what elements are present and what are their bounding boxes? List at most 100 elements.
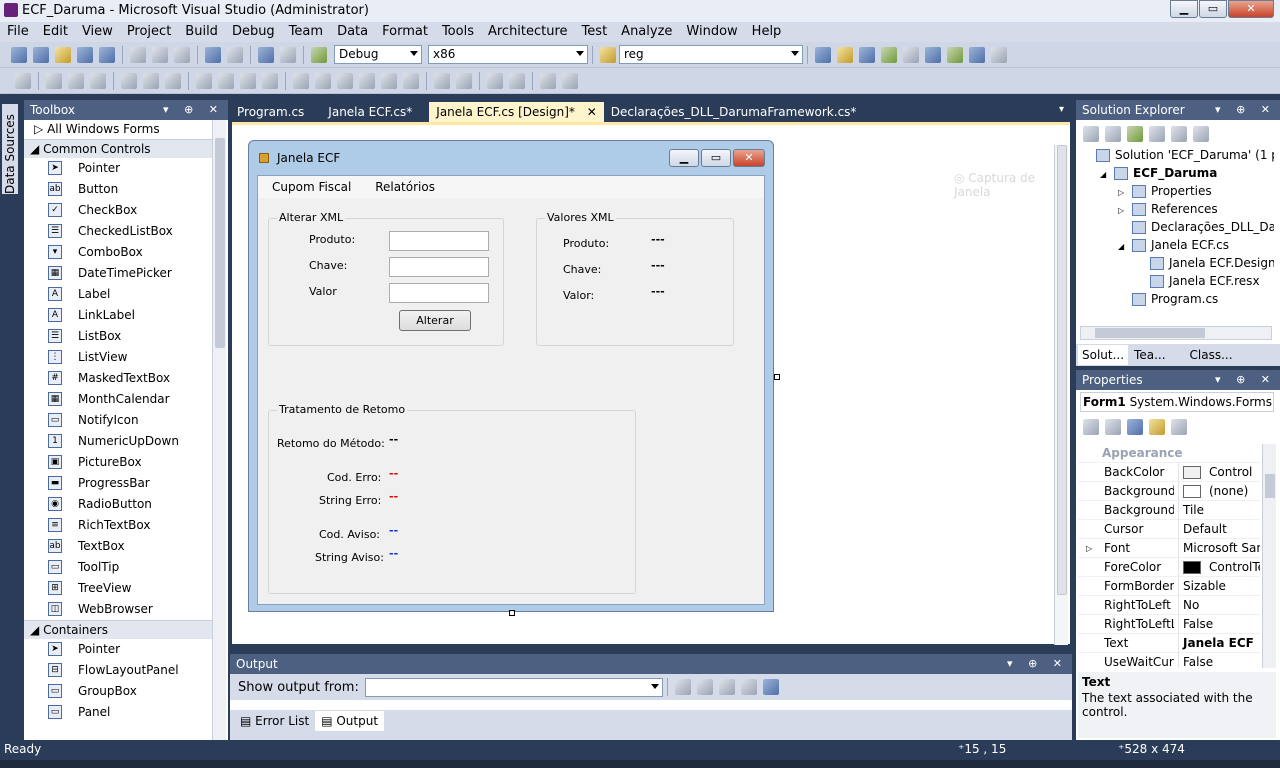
toolbox-item-notifyicon[interactable]: ▭ NotifyIcon [24,410,212,431]
toolbox-group-all-windows-forms[interactable]: ▷ All Windows Forms [24,120,212,139]
object-browser-icon[interactable] [859,46,875,63]
toolbox-item-panel[interactable]: ▭ Panel [24,702,212,723]
toolbox-item-datetimepicker[interactable]: ▦ DateTimePicker [24,263,212,284]
property-row[interactable]: ForeColor ControlTe: [1078,558,1260,577]
menu-format[interactable]: Format [375,22,435,42]
panel-buttons[interactable]: ▾ ⊕ ✕ [163,100,224,120]
toolbox-item-combobox[interactable]: ▾ ComboBox [24,242,212,263]
save-all-icon[interactable] [99,46,115,63]
resize-handle-right[interactable] [774,374,780,380]
property-row[interactable]: BackgroundI (none) [1078,482,1260,501]
close-tab-icon[interactable]: ✕ [587,105,597,119]
tab-janela-ecf-cs[interactable]: Janela ECF.cs* [321,102,419,122]
output-source-select[interactable] [364,677,663,697]
category-appearance[interactable]: Appearance [1078,444,1260,463]
command-window-icon[interactable] [969,46,985,63]
start-debugging-icon[interactable] [311,46,327,63]
property-value[interactable]: Default [1178,520,1260,539]
property-value[interactable]: False [1178,653,1260,668]
show-all-files-icon[interactable] [1083,126,1099,142]
align-to-grid-icon[interactable] [15,72,31,89]
navigate-backward-icon[interactable] [258,46,274,63]
properties-scrollbar[interactable] [1262,444,1276,668]
solution-configuration-select[interactable]: Debug [334,45,422,64]
expand-arrow-icon[interactable]: ▷ [1086,539,1092,558]
toolbox-group-containers[interactable]: ◢ Containers [24,620,212,639]
tree-item[interactable]: Solution 'ECF_Daruma' (1 proje [1082,146,1274,164]
property-row[interactable]: Cursor Default [1078,520,1260,539]
tab-error-list[interactable]: ▤ Error List [234,711,315,731]
data-sources-side-tab[interactable]: Data Sources [0,100,20,740]
menu-file[interactable]: File [0,22,36,42]
size-to-grid-icon[interactable] [218,72,234,89]
toolbox-item-listview[interactable]: ⋮ ListView [24,347,212,368]
menu-analyze[interactable]: Analyze [614,22,679,42]
tree-item[interactable]: ▷ Properties [1082,182,1274,200]
toolbox-icon[interactable] [881,46,897,63]
property-row[interactable]: BackColor Control [1078,463,1260,482]
minimize-button[interactable]: ▁ [1170,0,1198,18]
align-tops-icon[interactable] [121,72,137,89]
toolbox-item-linklabel[interactable]: A LinkLabel [24,305,212,326]
scrollbar-thumb[interactable] [215,138,225,348]
copy-icon[interactable] [152,46,168,63]
menu-help[interactable]: Help [745,22,789,42]
toolbox-item-button[interactable]: ab Button [24,179,212,200]
menu-data[interactable]: Data [330,22,375,42]
data-sources-tab[interactable]: Data Sources [2,104,18,194]
vertical-spacing-icon[interactable] [359,72,375,89]
increase-horizontal-spacing-icon[interactable] [315,72,331,89]
designer-scrollbar[interactable] [1054,145,1068,645]
navigate-forward-icon[interactable] [280,46,296,63]
tab-order-icon[interactable] [562,72,578,89]
alterar-button[interactable]: Alterar [399,310,471,331]
property-row[interactable]: FormBorderS Sizable [1078,577,1260,596]
property-row[interactable]: RightToLeft No [1078,596,1260,615]
property-value[interactable]: Tile [1178,501,1260,520]
toolbox-group-common-controls[interactable]: ◢ Common Controls [24,139,212,158]
horizontal-spacing-icon[interactable] [293,72,309,89]
start-page-icon[interactable] [947,46,963,63]
add-item-icon[interactable] [33,46,49,63]
object-selector[interactable]: Form1 System.Windows.Forms.F [1080,392,1274,412]
team-explorer-icon[interactable] [925,46,941,63]
toolbox-item-groupbox[interactable]: ▭ GroupBox [24,681,212,702]
new-project-icon[interactable] [11,46,27,63]
form-maximize-button[interactable]: ▭ [701,149,731,167]
categorized-icon[interactable] [1083,419,1099,435]
toolbox-item-radiobutton[interactable]: ◉ RadioButton [24,494,212,515]
property-value[interactable]: False [1178,615,1260,634]
menu-project[interactable]: Project [120,22,178,42]
menu-edit[interactable]: Edit [36,22,75,42]
class-diagram-icon[interactable] [1193,126,1209,142]
form-minimize-button[interactable]: ▁ [669,149,699,167]
toolbox-item-numericupdown[interactable]: 1 NumericUpDown [24,431,212,452]
menu-architecture[interactable]: Architecture [481,22,575,42]
scrollbar-thumb[interactable] [1265,474,1275,498]
tab-team-explorer[interactable]: Tea... [1128,345,1171,365]
toolbox-item-pointer[interactable]: ➤ Pointer [24,158,212,179]
lock-controls-icon[interactable] [540,72,556,89]
tree-item[interactable]: Declarações_DLL_Darum [1082,218,1274,236]
toolbox-item-label[interactable]: A Label [24,284,212,305]
toolbox-item-checkbox[interactable]: ✓ CheckBox [24,200,212,221]
panel-buttons[interactable]: ▾ ⊕ ✕ [1215,100,1276,120]
properties-view-icon[interactable] [1127,419,1143,435]
tree-item[interactable]: ◢ Janela ECF.cs [1082,236,1274,254]
panel-buttons[interactable]: ▾ ⊕ ✕ [1215,370,1276,390]
redo-icon[interactable] [227,46,243,63]
solution-explorer-hscrollbar[interactable] [1080,326,1272,340]
alphabetical-icon[interactable] [1105,419,1121,435]
tab-output[interactable]: ▤ Output [315,711,385,731]
find-combo[interactable]: reg [619,45,803,64]
menu-cupom-fiscal[interactable]: Cupom Fiscal [262,176,361,198]
valor-textbox[interactable] [389,283,489,303]
toolbox-item-tooltip[interactable]: ▭ ToolTip [24,557,212,578]
output-text-area[interactable] [230,700,1072,710]
view-code-icon[interactable] [1149,126,1165,142]
property-value[interactable]: Microsoft Sans [1178,539,1260,558]
scrollbar-thumb[interactable] [1057,145,1067,595]
form-close-button[interactable]: ✕ [733,149,765,167]
toolbox-item-treeview[interactable]: ⊞ TreeView [24,578,212,599]
menu-tools[interactable]: Tools [435,22,481,42]
